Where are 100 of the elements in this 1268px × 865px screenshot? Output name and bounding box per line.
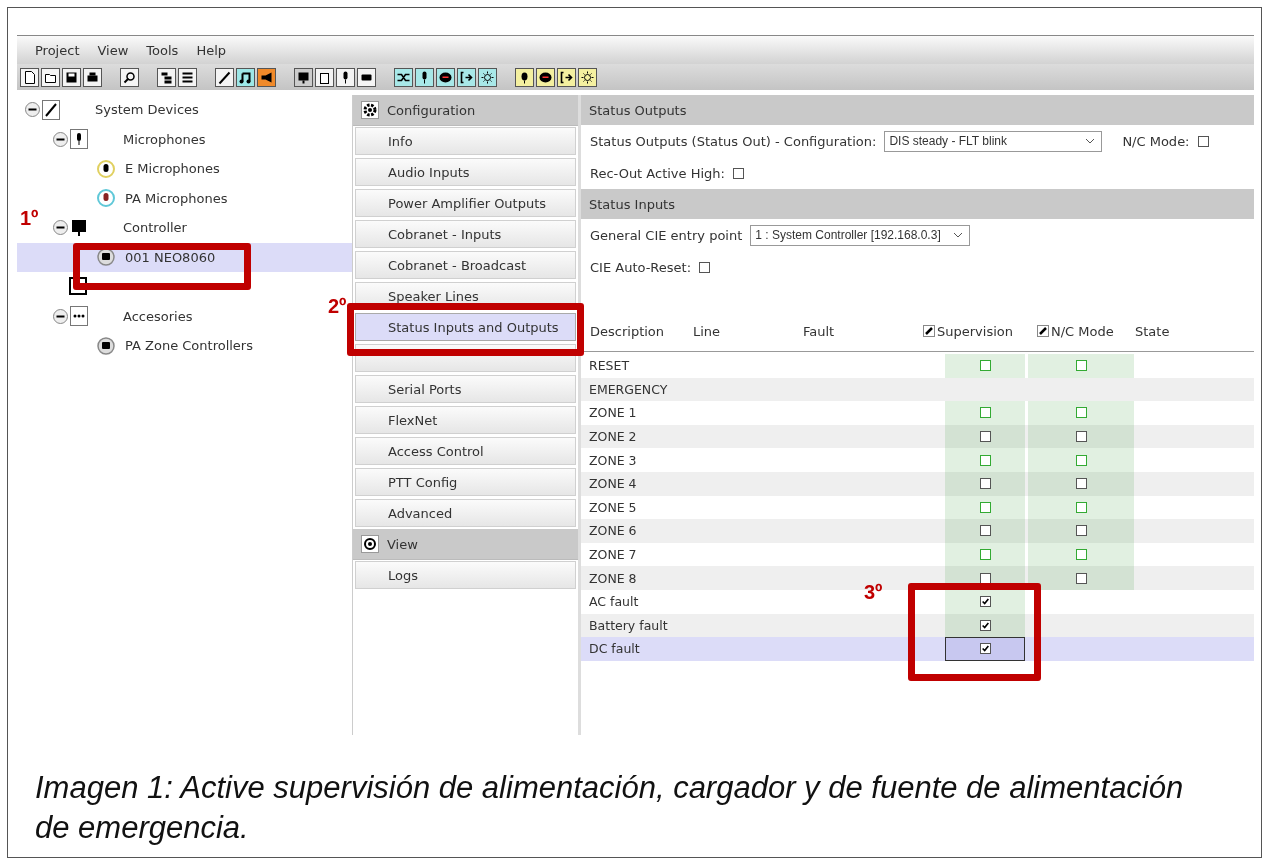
table-row[interactable]: Battery fault bbox=[581, 613, 1254, 638]
pen-icon[interactable] bbox=[215, 67, 234, 87]
exit-icon[interactable] bbox=[557, 67, 576, 87]
table-row[interactable]: ZONE 7 bbox=[581, 542, 1254, 567]
table-cell-text: AC fault bbox=[588, 594, 640, 610]
check-icon bbox=[980, 597, 990, 607]
checkbox[interactable] bbox=[979, 431, 991, 443]
nav-item[interactable]: Serial Ports bbox=[355, 375, 576, 403]
table-row[interactable]: ZONE 1 bbox=[581, 401, 1254, 425]
checkbox[interactable] bbox=[979, 619, 991, 631]
collapse-icon[interactable] bbox=[53, 308, 68, 324]
checkbox[interactable] bbox=[979, 525, 991, 537]
nav-item[interactable]: PTT Config bbox=[355, 468, 576, 496]
checkbox[interactable] bbox=[979, 407, 991, 419]
sun-icon[interactable] bbox=[478, 67, 497, 87]
tree-item[interactable]: PA Zone Controllers bbox=[125, 338, 253, 354]
checkbox[interactable] bbox=[1075, 454, 1087, 466]
table-cell-text: EMERGENCY bbox=[588, 381, 669, 397]
microphone-icon bbox=[70, 129, 88, 150]
checkbox[interactable] bbox=[979, 643, 991, 655]
pin-icon[interactable] bbox=[515, 67, 534, 87]
menu-item[interactable]: Help bbox=[190, 42, 238, 58]
nav-item[interactable]: Power Amplifier Outputs bbox=[355, 189, 576, 217]
checkbox[interactable] bbox=[1075, 525, 1087, 537]
nav-item[interactable]: Info bbox=[355, 127, 576, 155]
checkbox[interactable] bbox=[1075, 360, 1087, 372]
checkbox[interactable] bbox=[699, 261, 711, 273]
tree-view-icon[interactable] bbox=[157, 67, 176, 87]
music-note-icon[interactable] bbox=[236, 67, 255, 87]
save-icon[interactable] bbox=[62, 67, 81, 87]
tree-item[interactable]: PA Microphones bbox=[125, 190, 228, 206]
menu-item[interactable]: Tools bbox=[140, 42, 191, 58]
nav-item[interactable]: FlexNet bbox=[355, 406, 576, 434]
tablet-icon[interactable] bbox=[315, 67, 334, 87]
table-row[interactable]: ZONE 6 bbox=[581, 519, 1254, 543]
column-header: Line bbox=[693, 323, 722, 339]
speech-bubble-icon[interactable] bbox=[536, 67, 555, 87]
checkbox[interactable] bbox=[732, 167, 744, 179]
table-row[interactable]: ZONE 5 bbox=[581, 495, 1254, 520]
checkbox[interactable] bbox=[1075, 478, 1087, 490]
list-icon[interactable] bbox=[178, 67, 197, 87]
checkbox[interactable] bbox=[979, 454, 991, 466]
search-icon[interactable] bbox=[120, 67, 139, 87]
tree-item[interactable]: Controller bbox=[123, 220, 187, 236]
tree-item[interactable]: Accesories bbox=[123, 308, 193, 324]
nav-item[interactable]: Audio Inputs bbox=[355, 158, 576, 186]
tree-item[interactable]: 001 NEO8060 bbox=[125, 249, 216, 265]
checkbox[interactable] bbox=[979, 596, 991, 608]
microphone-icon[interactable] bbox=[415, 67, 434, 87]
checkbox[interactable] bbox=[979, 360, 991, 372]
tree-item[interactable]: Microphones bbox=[123, 131, 206, 147]
checkbox[interactable] bbox=[1197, 135, 1209, 147]
table-row[interactable]: ZONE 4 bbox=[581, 471, 1254, 496]
speech-bubble-icon[interactable] bbox=[436, 67, 455, 87]
tree-item[interactable]: E Microphones bbox=[125, 161, 220, 177]
table-row[interactable]: ZONE 2 bbox=[581, 424, 1254, 449]
tree-item[interactable]: System Devices bbox=[95, 102, 199, 118]
shuffle-icon[interactable] bbox=[394, 67, 413, 87]
checkbox[interactable] bbox=[1075, 572, 1087, 584]
folder-icon[interactable] bbox=[41, 67, 60, 87]
checkbox[interactable] bbox=[1075, 407, 1087, 419]
nav-item[interactable]: Advanced bbox=[355, 499, 576, 527]
checkbox[interactable] bbox=[1075, 501, 1087, 513]
checkbox[interactable] bbox=[1075, 431, 1087, 443]
field-label: CIE Auto-Reset: bbox=[590, 259, 692, 275]
collapse-icon[interactable] bbox=[53, 220, 68, 236]
new-file-icon[interactable] bbox=[20, 67, 39, 87]
menu-item[interactable]: View bbox=[91, 42, 141, 58]
megaphone-icon[interactable] bbox=[257, 67, 276, 87]
checkbox[interactable] bbox=[979, 572, 991, 584]
table-row[interactable]: RESET bbox=[581, 354, 1254, 378]
table-row[interactable]: ZONE 3 bbox=[581, 448, 1254, 472]
column-header: State bbox=[1135, 323, 1170, 339]
edit-icon[interactable] bbox=[1037, 325, 1049, 337]
monitor-icon[interactable] bbox=[294, 67, 313, 87]
dropdown[interactable]: DIS steady - FLT blink bbox=[884, 130, 1103, 152]
gear-icon bbox=[361, 101, 379, 119]
nav-item[interactable]: Cobranet - Broadcast bbox=[355, 251, 576, 279]
table-row[interactable]: EMERGENCY bbox=[581, 377, 1254, 402]
checkbox[interactable] bbox=[979, 501, 991, 513]
checkbox[interactable] bbox=[979, 549, 991, 561]
microphone-icon[interactable] bbox=[336, 67, 355, 87]
menu-item[interactable]: Project bbox=[29, 42, 92, 58]
nav-item[interactable]: Access Control bbox=[355, 437, 576, 465]
table-cell-text: ZONE 2 bbox=[588, 429, 638, 445]
checkbox[interactable] bbox=[979, 478, 991, 490]
dropdown[interactable]: 1 : System Controller [192.168.0.3] bbox=[750, 224, 971, 246]
exit-icon[interactable] bbox=[457, 67, 476, 87]
edit-icon[interactable] bbox=[923, 325, 935, 337]
collapse-icon[interactable] bbox=[53, 131, 68, 147]
nav-item[interactable]: Logs bbox=[355, 561, 576, 589]
collapse-icon[interactable] bbox=[25, 102, 40, 118]
sun-icon[interactable] bbox=[578, 67, 597, 87]
nav-item[interactable]: Status Inputs and Outputs bbox=[355, 313, 576, 341]
checkbox[interactable] bbox=[1075, 549, 1087, 561]
panel-icon[interactable] bbox=[357, 67, 376, 87]
table-row[interactable]: DC fault bbox=[581, 637, 1254, 661]
printer-icon[interactable] bbox=[83, 67, 102, 87]
nav-item[interactable]: Cobranet - Inputs bbox=[355, 220, 576, 248]
field-label: Rec-Out Active High: bbox=[590, 165, 725, 181]
